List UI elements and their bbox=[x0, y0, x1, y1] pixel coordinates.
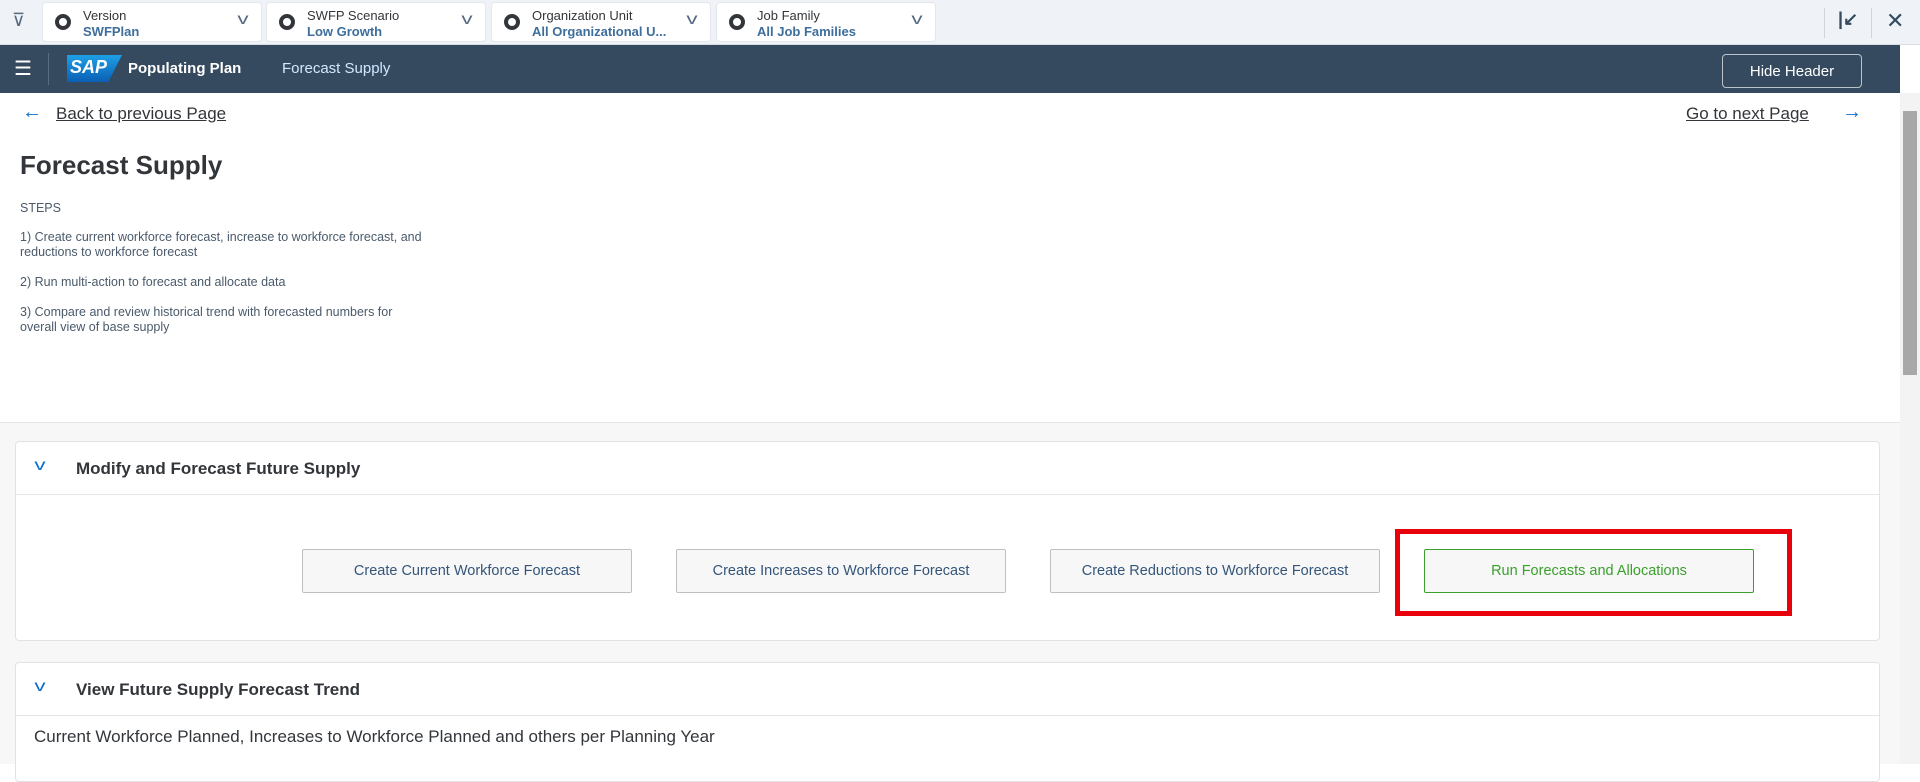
filter-value: SWFPlan bbox=[83, 24, 140, 39]
page-title: Forecast Supply bbox=[20, 150, 223, 180]
arrow-left-icon[interactable]: ← bbox=[22, 101, 42, 124]
scrollbar[interactable] bbox=[1900, 93, 1920, 764]
step-text: 1) Create current workforce forecast, in… bbox=[20, 230, 422, 259]
shell-bar: ☰ SAP Populating Plan Forecast Supply Hi… bbox=[0, 45, 1900, 93]
dimension-icon bbox=[55, 14, 71, 30]
filter-value: Low Growth bbox=[307, 24, 383, 39]
divider bbox=[48, 53, 49, 85]
create-increases-button[interactable]: Create Increases to Workforce Forecast bbox=[676, 549, 1006, 593]
next-link[interactable]: Go to next Page bbox=[1686, 104, 1809, 124]
chart-subtitle: Current Workforce Planned, Increases to … bbox=[34, 727, 715, 746]
chevron-down-icon[interactable]: v bbox=[34, 457, 45, 475]
filter-value: All Organizational U... bbox=[532, 24, 667, 39]
filter-label: Organization Unit bbox=[532, 8, 633, 23]
step-text: 2) Run multi-action to forecast and allo… bbox=[20, 275, 286, 289]
hide-header-button[interactable]: Hide Header bbox=[1722, 54, 1862, 88]
filter-label: Job Family bbox=[757, 8, 820, 23]
filter-label: SWFP Scenario bbox=[307, 8, 400, 23]
chevron-down-icon: v bbox=[686, 11, 698, 28]
dimension-icon bbox=[729, 14, 745, 30]
chevron-down-icon: v bbox=[237, 11, 249, 28]
panel-header[interactable]: v View Future Supply Forecast Trend bbox=[16, 663, 1879, 716]
add-filter-icon[interactable]: ⊽ bbox=[12, 10, 25, 31]
create-current-workforce-forecast-button[interactable]: Create Current Workforce Forecast bbox=[302, 549, 632, 593]
panel-title: Modify and Forecast Future Supply bbox=[76, 459, 361, 478]
divider bbox=[1871, 8, 1872, 38]
page-name: Forecast Supply bbox=[282, 60, 391, 77]
menu-icon[interactable]: ☰ bbox=[14, 56, 32, 81]
collapse-filters-icon[interactable]: |↙ bbox=[1838, 9, 1858, 30]
filter-organization-unit[interactable]: Organization Unit All Organizational U...… bbox=[491, 2, 711, 42]
steps-heading: STEPS bbox=[20, 201, 61, 215]
filter-label: Version bbox=[83, 8, 127, 23]
filter-bar: ⊽ Version SWFPlan v SWFP Scenario Low Growt… bbox=[0, 0, 1920, 45]
forecast-trend-panel: v View Future Supply Forecast Trend Curr… bbox=[15, 662, 1880, 782]
filter-version[interactable]: Version SWFPlan v bbox=[42, 2, 262, 42]
chevron-down-icon: v bbox=[911, 11, 923, 28]
close-icon[interactable]: ✕ bbox=[1886, 8, 1904, 34]
create-reductions-button[interactable]: Create Reductions to Workforce Forecast bbox=[1050, 549, 1380, 593]
back-link[interactable]: Back to previous Page bbox=[56, 104, 226, 124]
filter-scenario[interactable]: SWFP Scenario Low Growth v bbox=[266, 2, 486, 42]
panel-title: View Future Supply Forecast Trend bbox=[76, 680, 361, 699]
step-text: 3) Compare and review historical trend w… bbox=[20, 305, 393, 334]
filter-value: All Job Families bbox=[757, 24, 856, 39]
scrollbar-thumb[interactable] bbox=[1903, 111, 1917, 375]
highlight-box bbox=[1395, 529, 1792, 616]
filter-job-family[interactable]: Job Family All Job Families v bbox=[716, 2, 936, 42]
sap-logo: SAP bbox=[67, 55, 122, 82]
chevron-down-icon: v bbox=[461, 11, 473, 28]
app-name: Populating Plan bbox=[128, 60, 242, 77]
arrow-right-icon[interactable]: → bbox=[1842, 101, 1862, 124]
panel-header[interactable]: v Modify and Forecast Future Supply bbox=[16, 442, 1879, 495]
divider bbox=[1824, 8, 1825, 38]
dimension-icon bbox=[504, 14, 520, 30]
chevron-down-icon[interactable]: v bbox=[34, 678, 45, 696]
dimension-icon bbox=[279, 14, 295, 30]
